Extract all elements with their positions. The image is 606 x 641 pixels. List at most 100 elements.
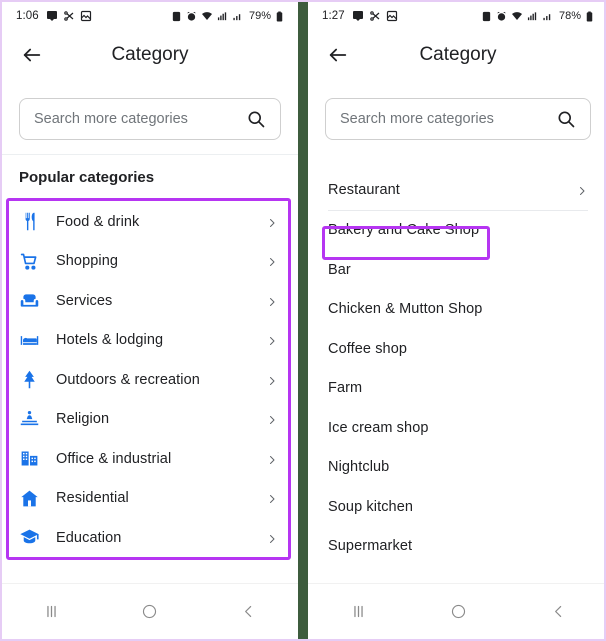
status-time: 1:06 — [16, 10, 39, 22]
list-item-label: Chicken & Mutton Shop — [328, 301, 483, 318]
home-circle-icon — [451, 604, 465, 619]
list-item[interactable]: Farm — [316, 369, 600, 409]
fork-knife-icon — [18, 211, 40, 233]
list-item[interactable]: Office & industrial — [10, 439, 290, 479]
office-building-icon — [18, 448, 40, 470]
list-item[interactable]: Bar — [316, 250, 600, 290]
list-item[interactable]: Bakery and Cake Shop — [316, 211, 600, 251]
list-item[interactable]: Ice cream shop — [316, 408, 600, 448]
back-chevron-icon — [554, 605, 561, 618]
status-right-icons: 78% — [481, 10, 594, 22]
chat-bubble-icon — [46, 11, 57, 21]
status-right-icons: 79% — [171, 10, 284, 22]
chevron-right-icon[interactable] — [266, 255, 278, 267]
back-button[interactable] — [316, 33, 360, 77]
list-item[interactable]: Residential — [10, 479, 290, 519]
list-item-label: Services — [56, 292, 113, 309]
back-button[interactable] — [10, 33, 54, 77]
signal-bars-icon — [233, 13, 241, 20]
chevron-right-icon — [270, 337, 275, 346]
recents-button[interactable] — [330, 592, 386, 632]
chevron-right-icon[interactable] — [266, 216, 278, 228]
list-item-label: Shopping — [56, 253, 119, 270]
list-item-label: Farm — [328, 380, 363, 397]
search-icon[interactable] — [246, 109, 266, 129]
android-navbar-right — [308, 583, 604, 639]
list-item[interactable]: Supermarket — [316, 527, 600, 567]
list-item[interactable]: Coffee shop — [316, 329, 600, 369]
tree-icon — [18, 369, 40, 391]
list-item-label: Coffee shop — [328, 340, 408, 357]
chevron-right-icon[interactable] — [266, 295, 278, 307]
list-item-label: Hotels & lodging — [56, 332, 164, 349]
recents-bars-icon — [353, 605, 363, 618]
list-item[interactable]: Outdoors & recreation — [10, 360, 290, 400]
chevron-right-icon[interactable] — [266, 334, 278, 346]
list-item-label: Office & industrial — [56, 450, 172, 467]
chevron-right-icon — [270, 297, 275, 306]
status-time: 1:27 — [322, 10, 345, 22]
search-field-container[interactable] — [325, 98, 591, 140]
graduation-cap-icon — [18, 527, 40, 549]
list-item[interactable]: Restaurant — [316, 170, 600, 210]
chevron-right-icon — [270, 218, 275, 227]
list-item-label: Ice cream shop — [328, 419, 429, 436]
shopping-cart-icon — [18, 250, 40, 272]
list-item-label: Education — [56, 529, 122, 546]
list-item[interactable]: Hotels & lodging — [10, 321, 290, 361]
right-phone-screen: 1:27 78% Category Search more categories… — [308, 2, 604, 639]
status-left-icons — [46, 10, 92, 22]
list-item[interactable]: Religion — [10, 400, 290, 440]
home-button[interactable] — [122, 592, 178, 632]
screenshot-root: 1:06 79% Category Search more categories… — [0, 0, 606, 641]
list-item-label: Supermarket — [328, 538, 413, 555]
recents-button[interactable] — [23, 592, 79, 632]
list-item-label: Food & drink — [56, 213, 140, 230]
scissors-icon — [63, 11, 74, 21]
list-item[interactable]: Shopping — [10, 242, 290, 282]
list-item-label: Residential — [56, 490, 129, 507]
popular-categories-list: Food & drink Shopping Services Hotels & lod… — [10, 202, 290, 558]
list-item[interactable]: Education — [10, 518, 290, 558]
list-item-label: Soup kitchen — [328, 498, 414, 515]
navbar-back-button[interactable] — [530, 592, 586, 632]
list-item-label: Bar — [328, 261, 351, 278]
navbar-back-button[interactable] — [221, 592, 277, 632]
search-input[interactable] — [34, 111, 240, 127]
mobile-data-icon — [217, 11, 227, 20]
list-item[interactable]: Services — [10, 281, 290, 321]
subcategories-list: Restaurant Bakery and Cake Shop Bar Chicken… — [316, 170, 600, 566]
title-bar-right: Category — [308, 30, 604, 80]
search-input[interactable] — [340, 111, 550, 127]
bed-icon — [18, 329, 40, 351]
search-icon[interactable] — [556, 109, 576, 129]
house-icon — [18, 487, 40, 509]
recents-bars-icon — [47, 605, 56, 618]
list-item[interactable]: Food & drink — [10, 202, 290, 242]
list-item[interactable]: Chicken & Mutton Shop — [316, 290, 600, 330]
back-chevron-icon — [245, 605, 252, 618]
battery-percent: 78% — [558, 10, 581, 22]
battery-percent: 79% — [248, 10, 271, 22]
alarm-icon — [186, 11, 197, 21]
search-field-container[interactable] — [19, 98, 281, 140]
wifi-icon — [201, 12, 212, 20]
scissors-icon — [369, 11, 380, 21]
search-divider — [2, 154, 298, 155]
list-item-label: Restaurant — [328, 181, 400, 198]
battery-icon — [276, 10, 283, 22]
chevron-right-icon[interactable] — [576, 184, 588, 196]
wifi-icon — [511, 12, 522, 20]
chevron-right-icon[interactable] — [266, 453, 278, 465]
chevron-right-icon[interactable] — [266, 413, 278, 425]
home-button[interactable] — [430, 592, 486, 632]
battery-icon — [586, 10, 593, 22]
dnd-icon — [172, 11, 181, 21]
list-item[interactable]: Nightclub — [316, 448, 600, 488]
home-circle-icon — [143, 604, 157, 619]
list-item[interactable]: Soup kitchen — [316, 487, 600, 527]
chevron-right-icon[interactable] — [266, 374, 278, 386]
chevron-right-icon[interactable] — [266, 532, 278, 544]
list-item-label: Outdoors & recreation — [56, 371, 200, 388]
chevron-right-icon[interactable] — [266, 492, 278, 504]
